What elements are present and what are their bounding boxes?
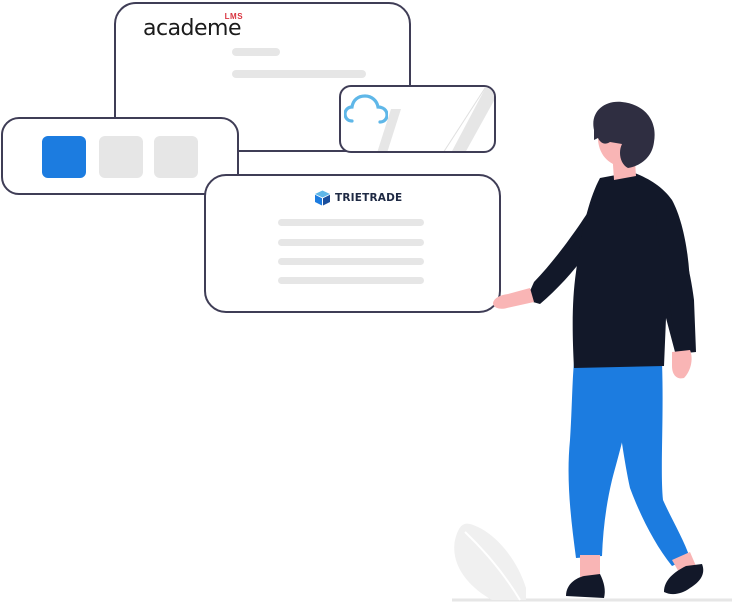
tile-active xyxy=(42,136,86,178)
person-shirt xyxy=(572,172,692,368)
placeholder-line xyxy=(278,258,424,265)
trietrade-card: TRIETRADE xyxy=(204,174,501,313)
placeholder-line xyxy=(232,48,280,56)
person-shoe-back xyxy=(664,564,704,595)
person-face xyxy=(598,110,646,166)
person-leg-front xyxy=(568,362,636,558)
placeholder-line xyxy=(278,219,424,226)
tile xyxy=(154,136,198,178)
trietrade-logo: TRIETRADE xyxy=(314,190,402,206)
placeholder-line xyxy=(278,239,424,246)
cloud-icon xyxy=(344,94,388,124)
person-hair xyxy=(593,101,655,168)
person-shoe-front xyxy=(566,574,605,598)
person-leg-back xyxy=(612,360,690,566)
person-arm-front xyxy=(656,205,696,354)
cube-logo-icon xyxy=(315,190,330,206)
tile xyxy=(99,136,143,178)
cloud-card xyxy=(339,85,496,153)
plant-leaf-icon xyxy=(454,523,526,601)
academe-logo: academe LMS xyxy=(143,12,244,44)
person-hand-front xyxy=(672,350,692,379)
tiles-card xyxy=(1,117,239,195)
academe-logo-superscript: LMS xyxy=(224,12,244,21)
placeholder-line xyxy=(232,70,366,78)
trietrade-logo-text: TRIETRADE xyxy=(335,192,403,204)
person-arm-reaching xyxy=(526,196,606,304)
placeholder-line xyxy=(278,277,424,284)
